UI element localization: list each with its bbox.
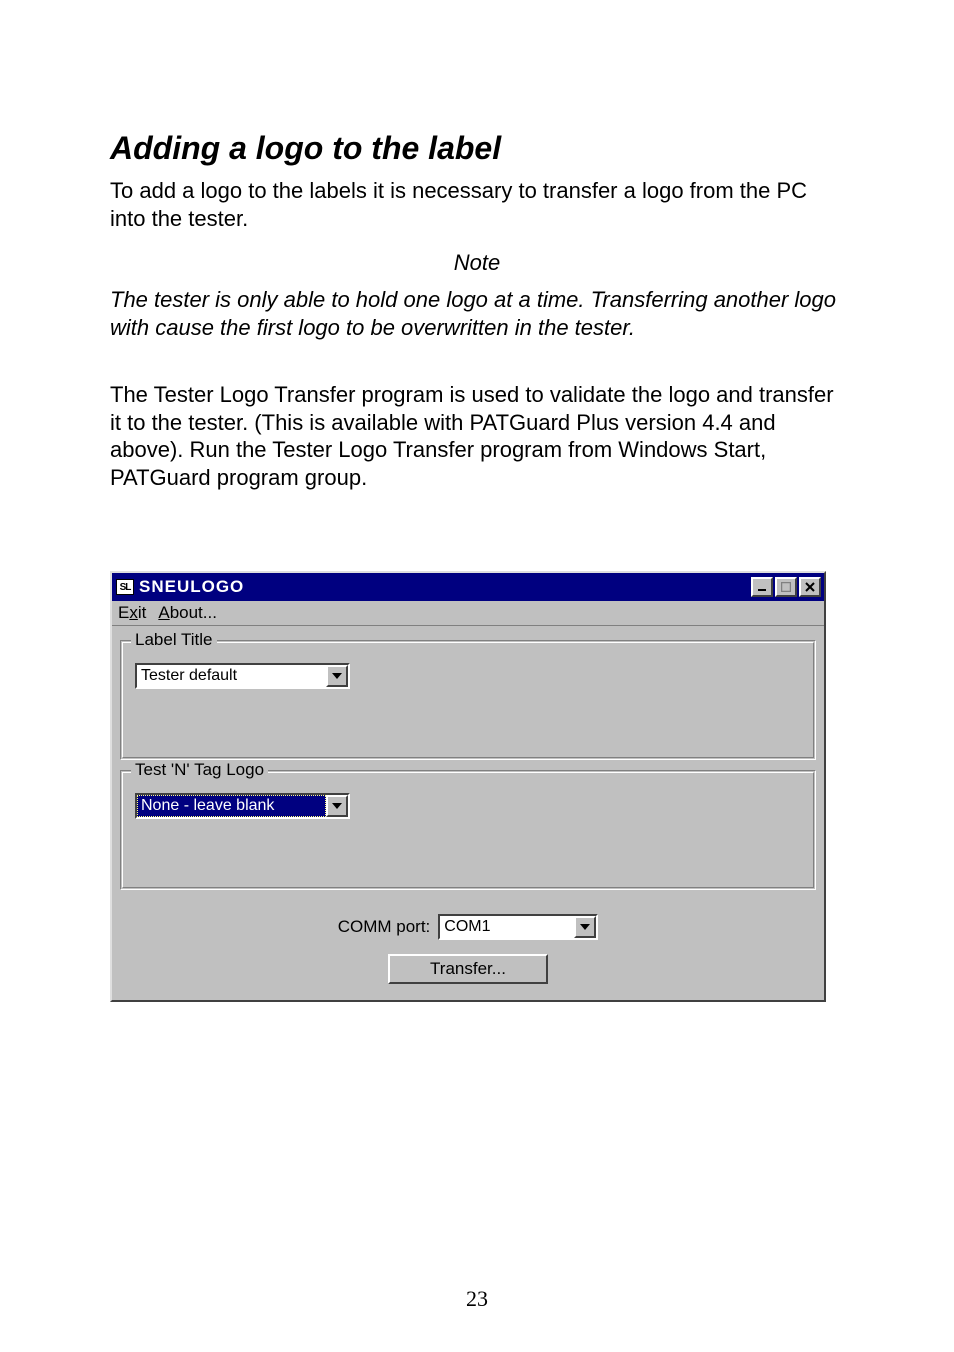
maximize-button[interactable] <box>775 577 797 597</box>
label-title-combo[interactable]: Tester default <box>135 663 350 689</box>
tag-logo-combo[interactable]: None - leave blank <box>135 793 350 819</box>
chevron-down-icon[interactable] <box>574 916 596 938</box>
comm-port-label: COMM port: <box>338 917 431 937</box>
app-icon: SL <box>116 579 134 595</box>
note-label: Note <box>110 250 844 276</box>
minimize-button[interactable] <box>751 577 773 597</box>
chevron-down-icon[interactable] <box>326 665 348 687</box>
group-tag-logo-text: Test 'N' Tag Logo <box>131 760 268 780</box>
transfer-button[interactable]: Transfer... <box>388 954 548 984</box>
close-button[interactable] <box>799 577 821 597</box>
chevron-down-icon[interactable] <box>326 795 348 817</box>
tag-logo-value: None - leave blank <box>137 795 326 817</box>
page-heading: Adding a logo to the label <box>110 130 844 167</box>
titlebar[interactable]: SL SNEULOGO <box>112 573 824 601</box>
group-label-title-text: Label Title <box>131 630 217 650</box>
group-label-title: Label Title Tester default <box>120 640 816 760</box>
comm-port-value: COM1 <box>440 916 574 938</box>
body-paragraph-2: The Tester Logo Transfer program is used… <box>110 381 844 491</box>
page-number: 23 <box>0 1286 954 1312</box>
group-tag-logo: Test 'N' Tag Logo None - leave blank <box>120 770 816 890</box>
sneulogo-window: SL SNEULOGO Exit About... Label Ti <box>110 571 826 1002</box>
comm-port-combo[interactable]: COM1 <box>438 914 598 940</box>
menu-exit[interactable]: Exit <box>118 603 146 623</box>
menubar: Exit About... <box>112 601 824 626</box>
menu-about[interactable]: About... <box>158 603 217 623</box>
window-title: SNEULOGO <box>139 577 244 597</box>
intro-paragraph: To add a logo to the labels it is necess… <box>110 177 844 232</box>
label-title-value: Tester default <box>137 665 326 687</box>
note-text: The tester is only able to hold one logo… <box>110 286 844 341</box>
